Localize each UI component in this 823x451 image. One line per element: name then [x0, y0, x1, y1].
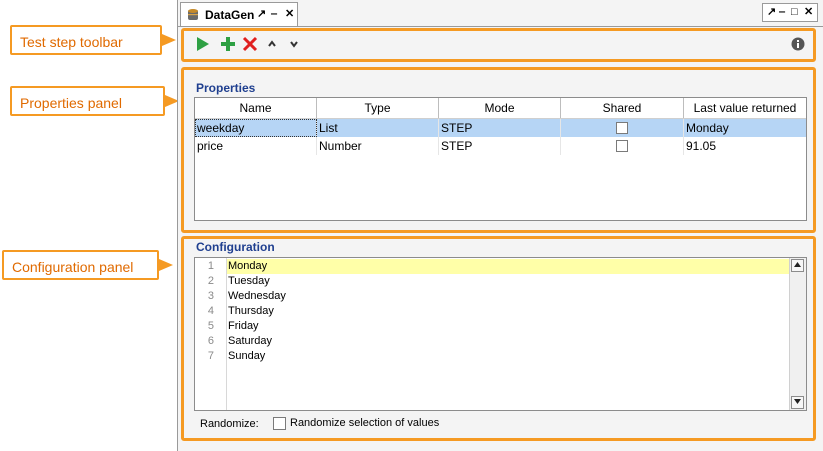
configuration-highlight-frame: [181, 236, 816, 441]
callout-configuration-arrow: [159, 259, 173, 271]
tab-datagen[interactable]: DataGen ↗ ‒ ✕: [180, 2, 298, 26]
callout-toolbar-arrow: [162, 34, 176, 46]
tab-bar: DataGen ↗ ‒ ✕ ↗ ‒ □ ✕: [178, 0, 823, 27]
window-minimize-icon[interactable]: ‒: [779, 5, 785, 19]
datagen-icon: [188, 9, 198, 20]
window-detach-icon[interactable]: ↗: [767, 5, 776, 19]
properties-highlight-frame: [181, 67, 816, 233]
tab-title: DataGen: [205, 8, 255, 22]
callout-configuration-label: Configuration panel: [12, 259, 134, 275]
toolbar-highlight-frame: [181, 28, 816, 62]
callout-properties-label: Properties panel: [20, 95, 122, 111]
tab-minimize-icon[interactable]: ‒: [271, 7, 277, 21]
window-close-icon[interactable]: ✕: [804, 5, 813, 19]
callout-properties: Properties panel: [10, 86, 165, 116]
callout-configuration: Configuration panel: [2, 250, 159, 280]
callout-toolbar: Test step toolbar: [10, 25, 162, 55]
window-controls: ↗ ‒ □ ✕: [762, 3, 818, 22]
callout-toolbar-label: Test step toolbar: [20, 34, 123, 50]
tab-close-icon[interactable]: ✕: [285, 7, 294, 21]
tab-detach-icon[interactable]: ↗: [257, 7, 266, 21]
window-maximize-icon[interactable]: □: [791, 5, 798, 19]
